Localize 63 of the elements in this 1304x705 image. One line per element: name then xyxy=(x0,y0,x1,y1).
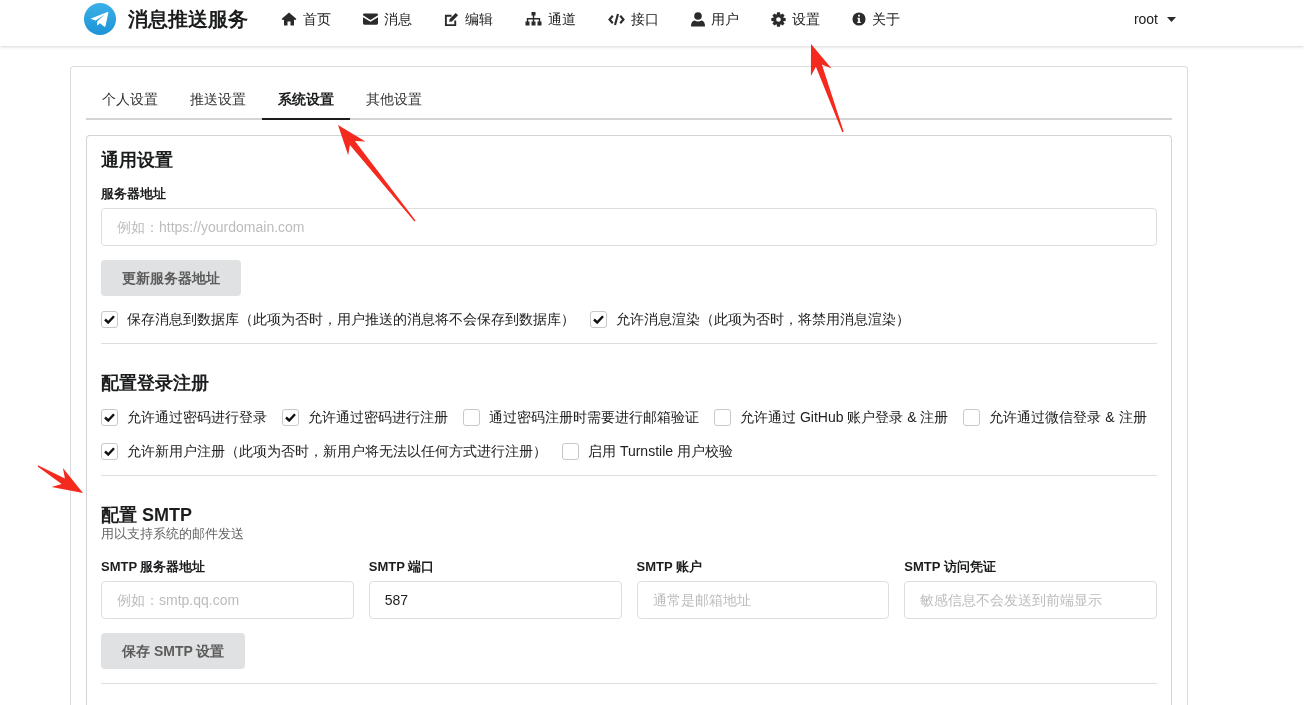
check-icon xyxy=(593,314,604,324)
nav-link[interactable]: 首页 xyxy=(265,0,347,38)
checkbox[interactable] xyxy=(714,408,731,426)
info-icon xyxy=(852,12,866,26)
tab[interactable]: 其他设置 xyxy=(350,81,438,120)
tab[interactable]: 推送设置 xyxy=(174,81,262,120)
checkbox[interactable] xyxy=(963,408,981,426)
paper-plane-logo-icon xyxy=(84,3,116,35)
checkbox[interactable] xyxy=(101,310,118,328)
caret-down-icon xyxy=(1167,16,1176,22)
check-icon xyxy=(104,412,115,422)
envelope-icon xyxy=(363,13,378,25)
checkbox[interactable] xyxy=(562,442,579,460)
checkbox-label: 允许通过密码进行注册 xyxy=(308,408,448,427)
nav-link[interactable]: 用户 xyxy=(675,0,755,38)
nav-link[interactable]: 消息 xyxy=(347,0,428,38)
checkbox[interactable] xyxy=(282,408,299,426)
check-icon xyxy=(104,314,115,324)
input-field[interactable]: 敏感信息不会发送到前端显示 xyxy=(904,581,1157,619)
nav-link[interactable]: 设置 xyxy=(755,0,836,38)
section-heading: 配置 SMTP xyxy=(101,505,192,525)
checkbox-label: 允许通过微信登录 & 注册 xyxy=(989,408,1147,427)
nav-link[interactable]: 编辑 xyxy=(428,0,509,38)
checkbox-label: 允许通过 GitHub 账户登录 & 注册 xyxy=(740,408,949,427)
checkbox-label: 通过密码注册时需要进行邮箱验证 xyxy=(489,408,699,427)
nav-link[interactable]: 关于 xyxy=(836,0,916,38)
save-button[interactable]: 保存 SMTP 设置 xyxy=(101,633,246,669)
field-label: SMTP 访问凭证 xyxy=(904,558,996,576)
check-icon xyxy=(285,412,296,422)
field-label: SMTP 账户 xyxy=(636,558,702,576)
user-icon xyxy=(691,11,705,27)
settings-icon xyxy=(771,11,786,27)
checkbox-label: 启用 Turnstile 用户校验 xyxy=(588,442,733,461)
input-field[interactable]: 通常是邮箱地址 xyxy=(636,581,890,619)
checkbox[interactable] xyxy=(101,442,118,460)
checkbox[interactable] xyxy=(590,310,607,328)
tab[interactable]: 系统设置 xyxy=(262,81,350,120)
nav-link[interactable]: 通道 xyxy=(509,0,592,38)
input-field[interactable]: 例如：smtp.qq.com xyxy=(101,581,354,619)
checkbox-label: 保存消息到数据库（此项为否时，用户推送的消息将不会保存到数据库） xyxy=(127,310,575,329)
field-label: 服务器地址 xyxy=(101,185,166,203)
section-heading: 配置登录注册 xyxy=(101,373,209,393)
user-menu[interactable]: root xyxy=(1133,0,1176,38)
tab[interactable]: 个人设置 xyxy=(86,81,174,120)
field-label: SMTP 服务器地址 xyxy=(101,558,206,576)
section-heading: 通用设置 xyxy=(101,150,173,170)
code-icon xyxy=(608,12,625,26)
checkbox[interactable] xyxy=(101,408,118,426)
checkbox-label: 允许消息渲染（此项为否时，将禁用消息渲染） xyxy=(616,310,910,329)
hierarchy-icon xyxy=(525,12,542,26)
checkbox-label: 允许通过密码进行登录 xyxy=(127,408,267,427)
field-label: SMTP 端口 xyxy=(368,558,435,576)
input-field[interactable]: 例如：https://yourdomain.com xyxy=(101,208,1157,246)
section-description: 用以支持系统的邮件发送 xyxy=(101,525,244,543)
nav-link[interactable]: 接口 xyxy=(592,0,675,38)
arrow-annotation xyxy=(37,465,83,493)
save-button[interactable]: 更新服务器地址 xyxy=(101,260,241,296)
home-icon xyxy=(281,12,297,26)
checkbox[interactable] xyxy=(463,408,480,426)
checkbox-label: 允许新用户注册（此项为否时，新用户将无法以任何方式进行注册） xyxy=(127,442,547,461)
app-title: 消息推送服务 xyxy=(128,7,248,31)
input-field[interactable]: 587 xyxy=(368,581,622,619)
check-icon xyxy=(104,446,115,456)
